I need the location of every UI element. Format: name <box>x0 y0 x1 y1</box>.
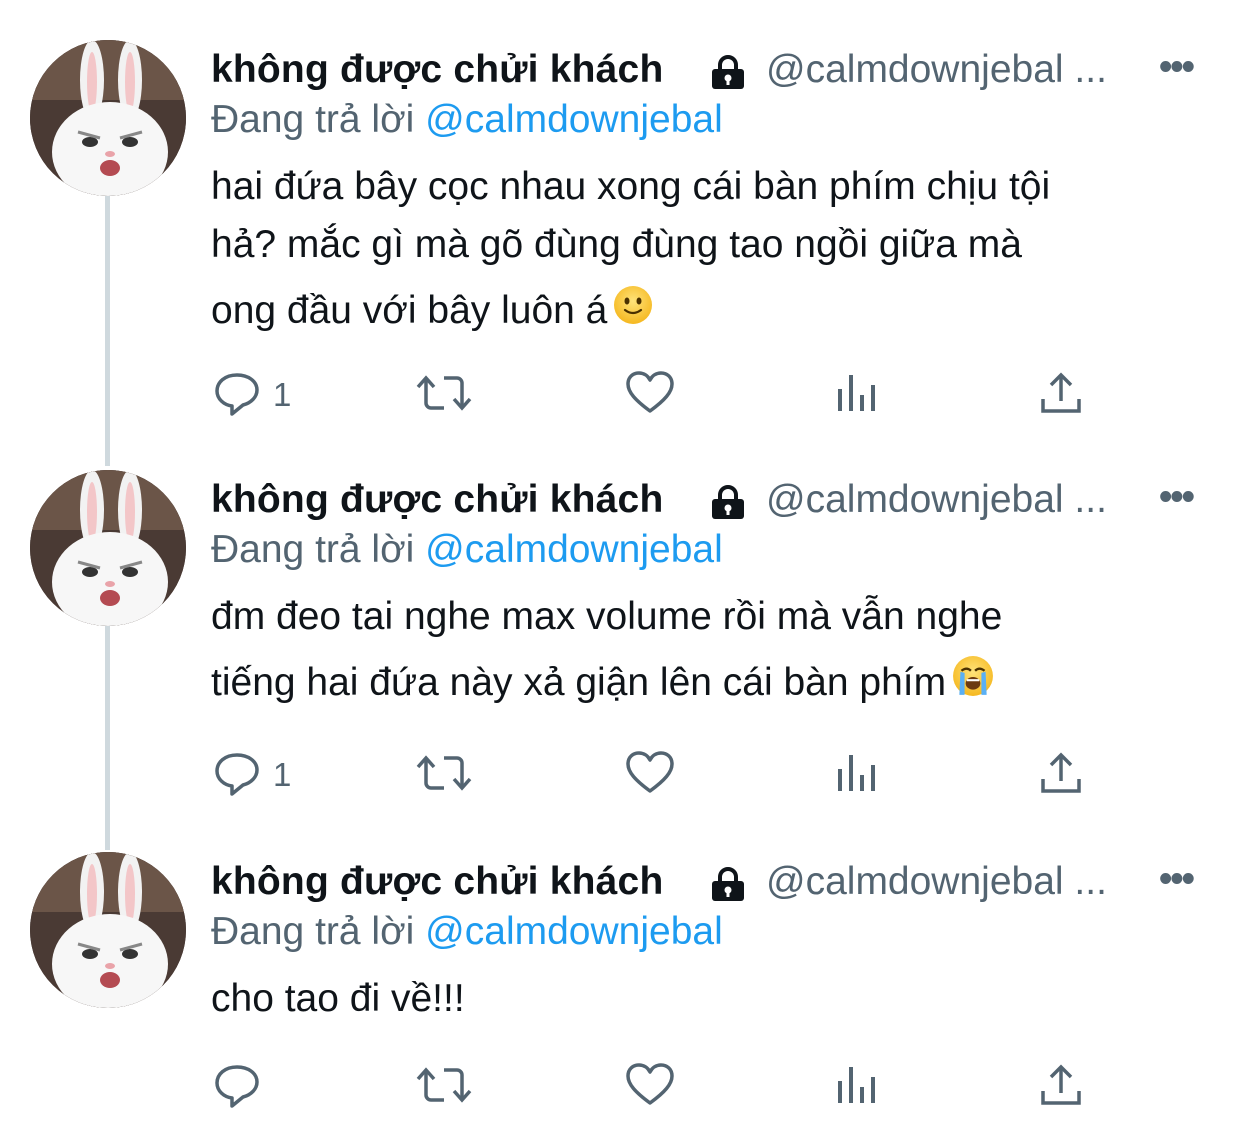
analytics-icon <box>835 749 879 802</box>
like-icon <box>625 1061 675 1114</box>
thread-connector <box>105 626 110 850</box>
retweet-button[interactable] <box>416 750 472 800</box>
author-name[interactable]: không được chửi khách <box>211 48 663 92</box>
analytics-button[interactable] <box>835 1062 879 1112</box>
reply-count: 1 <box>273 376 292 413</box>
tweet-text: cho tao đi về!!! <box>211 970 1211 1028</box>
replying-label: Đang trả lời <box>211 528 415 571</box>
tweet-text-line: hả? mắc gì mà gõ đùng đùng tao ngồi giữa… <box>211 223 1022 266</box>
thread-connector <box>105 196 110 466</box>
author-name[interactable]: không được chửi khách <box>211 860 663 904</box>
reply-button[interactable]: 1 <box>213 370 291 420</box>
share-button[interactable] <box>1039 750 1083 800</box>
bunny-avatar-image <box>30 40 186 196</box>
more-options-icon[interactable]: ••• <box>1159 46 1195 89</box>
mention-link[interactable]: @calmdownjebal <box>425 528 723 571</box>
retweet-icon <box>416 369 472 422</box>
like-button[interactable] <box>625 750 675 800</box>
like-button[interactable] <box>625 370 675 420</box>
more-options-icon[interactable]: ••• <box>1159 858 1195 901</box>
bunny-avatar-image <box>30 852 186 1008</box>
mention-link[interactable]: @calmdownjebal <box>425 910 723 953</box>
avatar[interactable] <box>30 40 186 196</box>
analytics-icon <box>835 369 879 422</box>
author-name[interactable]: không được chửi khách <box>211 478 663 522</box>
lock-icon <box>708 866 748 907</box>
author-handle[interactable]: @calmdownjebal ... <box>766 860 1107 904</box>
analytics-icon <box>835 1061 879 1114</box>
like-icon <box>625 369 675 422</box>
replying-label: Đang trả lời <box>211 910 415 953</box>
bunny-avatar-image <box>30 470 186 626</box>
share-button[interactable] <box>1039 370 1083 420</box>
tweet-text-line: cho tao đi về!!! <box>211 977 465 1020</box>
tweet-actions: 1 <box>211 750 1111 810</box>
tweet-actions: 1 <box>211 370 1111 430</box>
share-icon <box>1039 369 1083 422</box>
avatar[interactable] <box>30 852 186 1008</box>
reply-button[interactable]: 1 <box>213 750 291 800</box>
lock-icon <box>708 484 748 525</box>
share-icon <box>1039 749 1083 802</box>
more-options-icon[interactable]: ••• <box>1159 476 1195 519</box>
mention-link[interactable]: @calmdownjebal <box>425 98 723 141</box>
author-handle[interactable]: @calmdownjebal ... <box>766 478 1107 522</box>
tweet-actions <box>211 1062 1111 1122</box>
reply-icon <box>213 369 261 422</box>
loudly-crying-face-icon <box>952 655 994 714</box>
tweet-text-line: ong đầu với bây luôn á <box>211 282 1211 342</box>
retweet-button[interactable] <box>416 1062 472 1112</box>
retweet-icon <box>416 1061 472 1114</box>
tweet-text-fragment: ong đầu với bây luôn á <box>211 289 608 332</box>
replying-label: Đang trả lời <box>211 98 415 141</box>
author-handle[interactable]: @calmdownjebal ... <box>766 48 1107 92</box>
tweet-text-line: tiếng hai đứa này xả giận lên cái bàn ph… <box>211 654 1211 714</box>
replying-to: Đang trả lời @calmdownjebal <box>211 528 723 572</box>
replying-to: Đang trả lời @calmdownjebal <box>211 98 723 142</box>
share-icon <box>1039 1061 1083 1114</box>
tweet-text-line: hai đứa bây cọc nhau xong cái bàn phím c… <box>211 165 1051 208</box>
reply-icon <box>213 749 261 802</box>
analytics-button[interactable] <box>835 750 879 800</box>
tweet-text: hai đứa bây cọc nhau xong cái bàn phím c… <box>211 158 1211 342</box>
share-button[interactable] <box>1039 1062 1083 1112</box>
analytics-button[interactable] <box>835 370 879 420</box>
tweet-text-fragment: tiếng hai đứa này xả giận lên cái bàn ph… <box>211 661 947 704</box>
replying-to: Đang trả lời @calmdownjebal <box>211 910 723 954</box>
reply-count: 1 <box>273 756 292 793</box>
retweet-icon <box>416 749 472 802</box>
retweet-button[interactable] <box>416 370 472 420</box>
reply-icon <box>213 1061 261 1114</box>
like-icon <box>625 749 675 802</box>
tweet-text-line: đm đeo tai nghe max volume rồi mà vẫn ng… <box>211 595 1003 638</box>
tweet-text: đm đeo tai nghe max volume rồi mà vẫn ng… <box>211 588 1211 714</box>
like-button[interactable] <box>625 1062 675 1112</box>
slightly-smiling-face-icon <box>613 284 653 342</box>
avatar[interactable] <box>30 470 186 626</box>
reply-button[interactable] <box>213 1062 273 1112</box>
lock-icon <box>708 54 748 95</box>
